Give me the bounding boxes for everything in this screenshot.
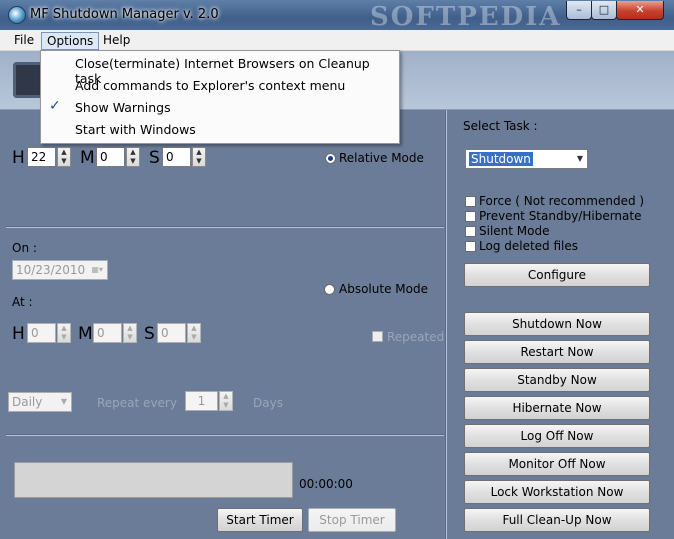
prevent-standby-checkbox[interactable] [465,211,476,222]
stop-timer-button[interactable]: Stop Timer [308,508,396,532]
task-select-value: Shutdown [469,152,533,166]
repeat-frequency-value: Daily [12,395,43,409]
repeated-checkbox[interactable] [372,331,383,342]
relative-hours-spinner[interactable]: ▲ ▼ [57,147,71,167]
menu-item-context-menu[interactable]: Add commands to Explorer's context menu [75,78,345,93]
relative-minutes-spinner[interactable]: ▲ ▼ [126,147,140,167]
section-divider [6,434,444,436]
panel-divider [445,110,447,539]
hours-label: H [12,148,25,168]
menu-help[interactable]: Help [98,32,135,48]
relative-seconds-input[interactable]: 0 [162,147,191,167]
progress-bar [14,462,293,498]
check-icon: ✓ [49,98,61,114]
force-label: Force ( Not recommended ) [479,194,645,208]
calendar-icon: ▦▾ [91,265,103,274]
repeated-label: Repeated [387,330,445,344]
repeat-count-spinner[interactable]: ▲ ▼ [219,391,233,411]
silent-mode-checkbox[interactable] [465,226,476,237]
elapsed-time: 00:00:00 [299,477,353,491]
log-off-now-button[interactable]: Log Off Now [464,424,650,448]
prevent-standby-label: Prevent Standby/Hibernate [479,209,642,223]
full-cleanup-now-button[interactable]: Full Clean-Up Now [464,508,650,532]
menu-bar: File Options Help [0,30,674,51]
options-menu: Close(terminate) Internet Browsers on Cl… [40,50,400,144]
absolute-mode-radio[interactable] [324,284,335,295]
relative-hours-input[interactable]: 22 [27,147,56,167]
configure-button[interactable]: Configure [464,263,650,287]
power-icon [8,6,26,24]
absolute-minutes-spinner[interactable]: ▲ ▼ [123,323,137,343]
seconds-label: S [144,324,155,344]
start-timer-button[interactable]: Start Timer [217,508,303,532]
close-button[interactable]: ✕ [616,1,664,20]
date-value: 10/23/2010 [16,263,86,277]
repeat-frequency-select[interactable]: Daily ▼ [8,392,72,412]
repeat-unit-label: Days [253,396,283,410]
maximize-button[interactable]: □ [591,1,617,20]
menu-item-start-with-windows[interactable]: Start with Windows [75,122,196,137]
watermark: SOFTPEDIA [370,2,562,32]
absolute-hours-spinner[interactable]: ▲ ▼ [57,323,71,343]
absolute-minutes-input[interactable]: 0 [93,323,122,343]
task-select[interactable]: Shutdown ▼ [465,149,588,169]
minimize-button[interactable]: – [566,1,592,20]
absolute-mode-label: Absolute Mode [339,282,428,296]
minutes-label: M [80,148,95,168]
seconds-label: S [149,148,160,168]
relative-mode-label: Relative Mode [339,151,424,165]
lock-workstation-now-button[interactable]: Lock Workstation Now [464,480,650,504]
chevron-down-icon: ▼ [60,397,67,406]
monitor-off-now-button[interactable]: Monitor Off Now [464,452,650,476]
section-divider [6,226,444,228]
chevron-down-icon: ▼ [576,154,583,163]
at-label: At : [12,295,33,309]
log-deleted-label: Log deleted files [479,239,579,253]
relative-minutes-input[interactable]: 0 [96,147,125,167]
minimize-icon: – [576,3,582,16]
restart-now-button[interactable]: Restart Now [464,340,650,364]
hours-label: H [12,324,25,344]
select-task-label: Select Task : [463,119,538,133]
title-bar[interactable]: MF Shutdown Manager v. 2.0 SOFTPEDIA – □… [0,0,674,32]
shutdown-now-button[interactable]: Shutdown Now [464,312,650,336]
hibernate-now-button[interactable]: Hibernate Now [464,396,650,420]
force-checkbox[interactable] [465,196,476,207]
silent-mode-label: Silent Mode [479,224,550,238]
maximize-icon: □ [598,3,610,16]
standby-now-button[interactable]: Standby Now [464,368,650,392]
absolute-seconds-spinner[interactable]: ▲ ▼ [187,323,201,343]
on-label: On : [12,241,37,255]
close-icon: ✕ [635,3,645,16]
minutes-label: M [78,324,93,344]
window-title: MF Shutdown Manager v. 2.0 [30,7,219,22]
absolute-hours-input[interactable]: 0 [27,323,56,343]
repeat-every-label: Repeat every [97,396,177,410]
date-picker[interactable]: 10/23/2010 ▦▾ [12,260,108,280]
absolute-seconds-input[interactable]: 0 [157,323,186,343]
relative-seconds-spinner[interactable]: ▲ ▼ [192,147,206,167]
relative-mode-radio[interactable] [325,153,336,164]
menu-item-show-warnings[interactable]: Show Warnings [75,100,171,115]
repeat-count-input[interactable]: 1 [185,391,218,411]
log-deleted-checkbox[interactable] [465,241,476,252]
menu-options[interactable]: Options [41,32,100,50]
menu-file[interactable]: File [9,32,39,48]
